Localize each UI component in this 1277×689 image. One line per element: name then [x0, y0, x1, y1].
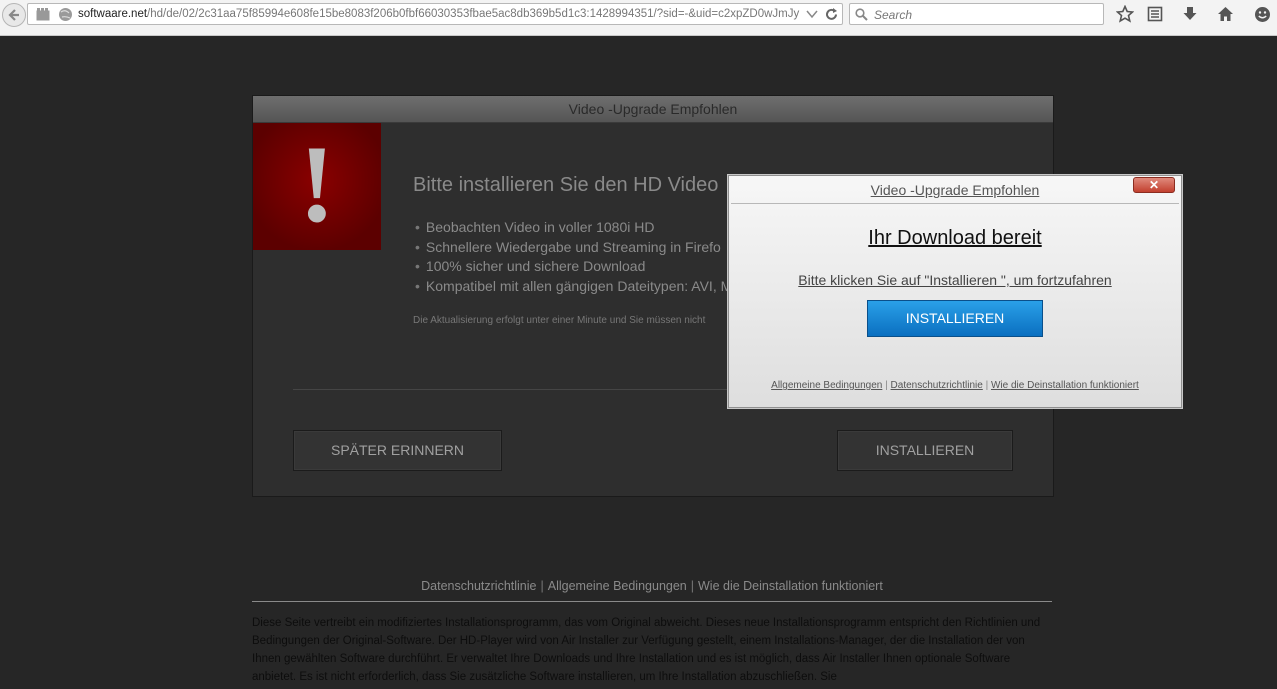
url-host: softwaare.net — [78, 8, 148, 20]
link-separator: | — [885, 380, 888, 391]
footer-link-terms[interactable]: Allgemeine Bedingungen — [548, 579, 687, 593]
popup-link-terms[interactable]: Allgemeine Bedingungen — [771, 380, 882, 391]
footer-link-uninstall[interactable]: Wie die Deinstallation funktioniert — [698, 579, 883, 593]
footer-links: Datenschutzrichtlinie | Allgemeine Bedingu… — [252, 579, 1052, 593]
download-icon — [1183, 7, 1197, 20]
reading-list-icon — [1147, 6, 1163, 22]
reading-list-button[interactable] — [1144, 4, 1166, 24]
search-icon — [855, 8, 868, 21]
feature-item: 100% sicher und sichere Download — [415, 258, 732, 278]
popup-title: Video -Upgrade Empfohlen — [870, 182, 1040, 198]
link-separator: | — [985, 380, 989, 391]
popup-install-button[interactable]: INSTALLIEREN — [867, 300, 1043, 337]
warning-exclamation-icon: ! — [298, 122, 336, 245]
feature-item: Schnellere Wiedergabe und Streaming in F… — [415, 239, 732, 259]
url-path: /hd/de/02/2c31aa75f85994e608fe15be8083f2… — [147, 8, 800, 20]
feature-item: Beobachten Video in voller 1080i HD — [415, 219, 732, 239]
disclaimer-text: Diese Seite vertreibt ein modifiziertes … — [252, 617, 1041, 683]
popup-heading: Ihr Download bereit — [868, 227, 1042, 249]
panel-install-button[interactable]: INSTALLIEREN — [837, 430, 1013, 471]
globe-icon[interactable] — [58, 7, 73, 22]
update-note: Die Aktualisierung erfolgt unter einer M… — [413, 315, 706, 326]
warning-block: ! — [253, 123, 381, 250]
close-icon: ✕ — [1148, 178, 1160, 192]
popup-link-uninstall[interactable]: Wie die Deinstallation funktioniert — [991, 380, 1139, 391]
footer-separator: | — [540, 579, 544, 593]
popup-link-privacy[interactable]: Datenschutzrichtlinie — [891, 380, 983, 391]
feature-item: Kompatibel mit allen gängigen Dateitypen… — [415, 278, 732, 298]
smiley-icon — [1254, 6, 1270, 22]
feedback-button[interactable] — [1251, 4, 1273, 24]
browser-toolbar: softwaare.net/hd/de/02/2c31aa75f85994e60… — [0, 0, 1277, 36]
dropdown-icon[interactable] — [806, 10, 818, 19]
tab-group-icon[interactable] — [36, 8, 50, 21]
search-placeholder: Search — [874, 8, 913, 22]
download-popup: Video -Upgrade Empfohlen ✕ Ihr Download … — [728, 175, 1182, 408]
url-bar[interactable]: softwaare.net/hd/de/02/2c31aa75f85994e60… — [27, 3, 843, 25]
reload-icon[interactable] — [824, 7, 839, 22]
panel-title: Video -Upgrade Empfohlen — [253, 96, 1053, 123]
home-icon — [1217, 7, 1233, 21]
bookmark-star-icon — [1116, 5, 1134, 23]
back-button[interactable] — [2, 3, 26, 27]
footer-link-privacy[interactable]: Datenschutzrichtlinie — [421, 579, 536, 593]
remind-later-button[interactable]: SPÄTER ERINNERN — [293, 430, 502, 471]
download-button[interactable] — [1179, 4, 1201, 24]
feature-list: Beobachten Video in voller 1080i HD Schn… — [415, 219, 732, 297]
search-bar[interactable]: Search — [849, 3, 1104, 25]
footer-divider — [252, 601, 1052, 602]
panel-headline: Bitte installieren Sie den HD Video — [413, 174, 719, 196]
popup-divider — [731, 203, 1179, 204]
popup-subtitle[interactable]: Bitte klicken Sie auf "Installieren ", u… — [729, 272, 1181, 288]
bookmark-button[interactable] — [1114, 4, 1136, 24]
back-icon — [8, 9, 19, 21]
popup-links: Allgemeine Bedingungen | Datenschutzrich… — [729, 380, 1181, 391]
footer-separator: | — [690, 579, 694, 593]
popup-close-button[interactable]: ✕ — [1133, 177, 1175, 193]
url-text[interactable]: softwaare.net/hd/de/02/2c31aa75f85994e60… — [78, 8, 802, 20]
home-button[interactable] — [1214, 4, 1236, 24]
